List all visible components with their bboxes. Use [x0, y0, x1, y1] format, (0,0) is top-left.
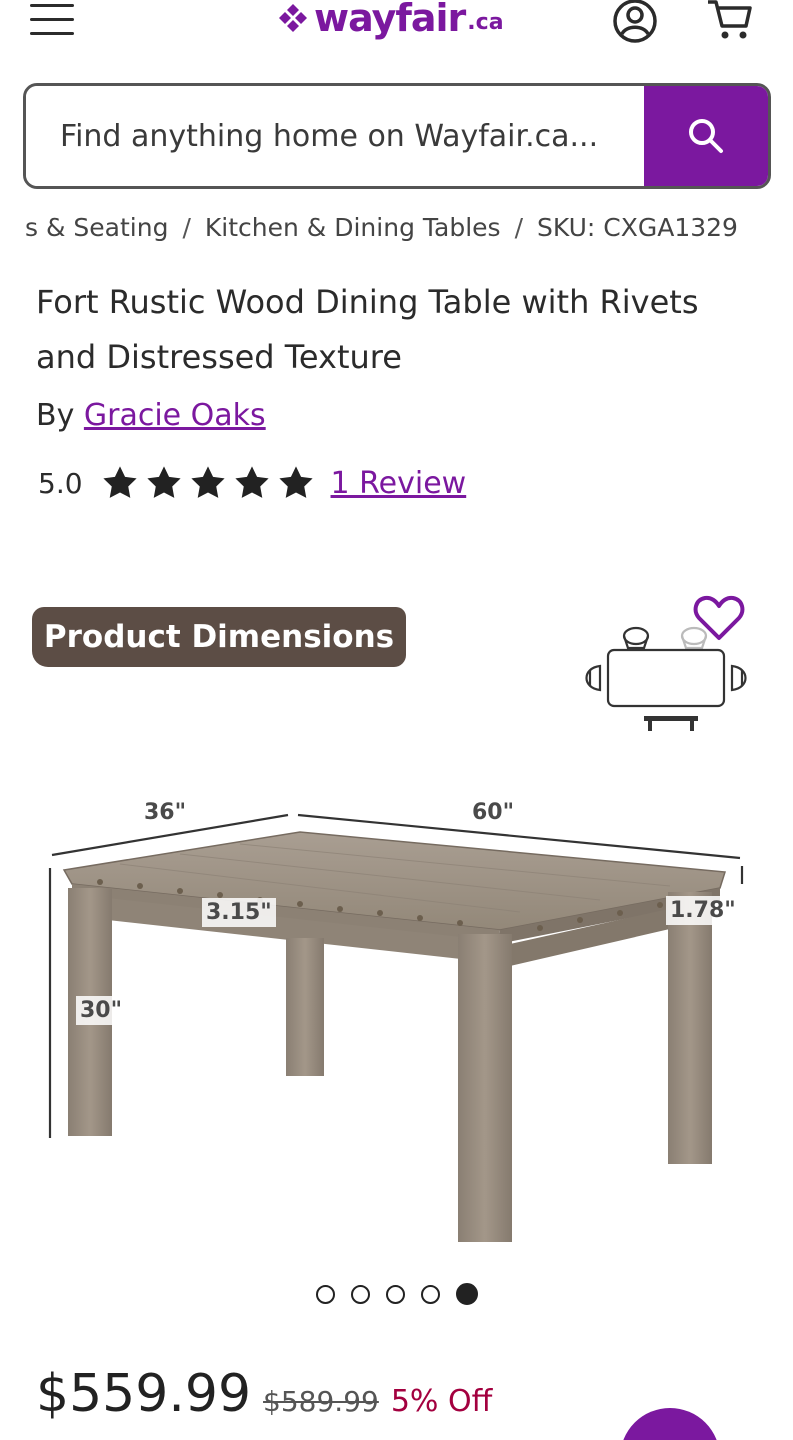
carousel-dots — [316, 1283, 478, 1305]
was-price: $589.99 — [263, 1385, 379, 1418]
dimension-width-label: 60" — [472, 800, 515, 825]
by-label: By — [36, 398, 75, 433]
breadcrumb-item[interactable]: s & Seating — [25, 213, 168, 242]
floating-action-button[interactable] — [620, 1408, 720, 1440]
carousel-dot-active[interactable] — [456, 1283, 478, 1305]
logo-wordmark: wayfair — [314, 0, 466, 40]
product-byline: By Gracie Oaks — [36, 398, 266, 433]
rating-value: 5.0 — [38, 466, 83, 500]
search-icon — [689, 119, 723, 153]
star-icon — [146, 466, 181, 498]
product-title: Fort Rustic Wood Dining Table with Rivet… — [36, 283, 699, 376]
dimension-top-thickness-label: 1.78" — [666, 896, 740, 925]
account-icon[interactable] — [612, 0, 658, 44]
site-header: wayfair .ca — [0, 0, 793, 56]
breadcrumb-sku: SKU: CXGA1329 — [537, 213, 738, 242]
search-button[interactable] — [644, 86, 768, 186]
review-link[interactable]: 1 Review — [331, 466, 467, 501]
dimension-apron-label: 3.15" — [202, 898, 276, 927]
carousel-dot[interactable] — [386, 1284, 405, 1304]
breadcrumb-separator: / — [182, 213, 191, 242]
search-input[interactable] — [26, 86, 644, 186]
dimension-depth-label: 36" — [144, 800, 187, 825]
star-icon — [278, 466, 313, 498]
breadcrumb-item[interactable]: Kitchen & Dining Tables — [205, 213, 501, 242]
search-bar — [23, 83, 771, 189]
star-icon — [190, 466, 225, 498]
current-price: $559.99 — [36, 1364, 252, 1424]
star-icon — [234, 466, 269, 498]
carousel-dot[interactable] — [421, 1284, 440, 1304]
carousel-dot[interactable] — [316, 1284, 335, 1304]
discount-badge: 5% Off — [390, 1384, 493, 1419]
rating-stars — [101, 464, 315, 502]
wayfair-pinwheel-icon — [279, 4, 307, 32]
brand-link[interactable]: Gracie Oaks — [84, 398, 266, 433]
carousel-dot[interactable] — [351, 1284, 370, 1304]
cart-icon[interactable] — [704, 0, 754, 42]
heart-icon[interactable] — [693, 594, 745, 642]
product-rating: 5.0 1 Review — [38, 458, 466, 508]
dimension-height-label: 30" — [76, 996, 127, 1025]
logo-domain: .ca — [467, 9, 504, 35]
breadcrumb-separator: / — [514, 213, 523, 242]
breadcrumb: s & Seating / Kitchen & Dining Tables / SKU:… — [25, 213, 738, 242]
product-dimensions-badge: Product Dimensions — [32, 607, 406, 667]
price-row: $559.99 $589.99 5% Off — [36, 1364, 492, 1424]
hamburger-menu-icon[interactable] — [28, 0, 76, 40]
star-icon — [102, 466, 137, 498]
wayfair-logo[interactable]: wayfair .ca — [276, 0, 504, 42]
